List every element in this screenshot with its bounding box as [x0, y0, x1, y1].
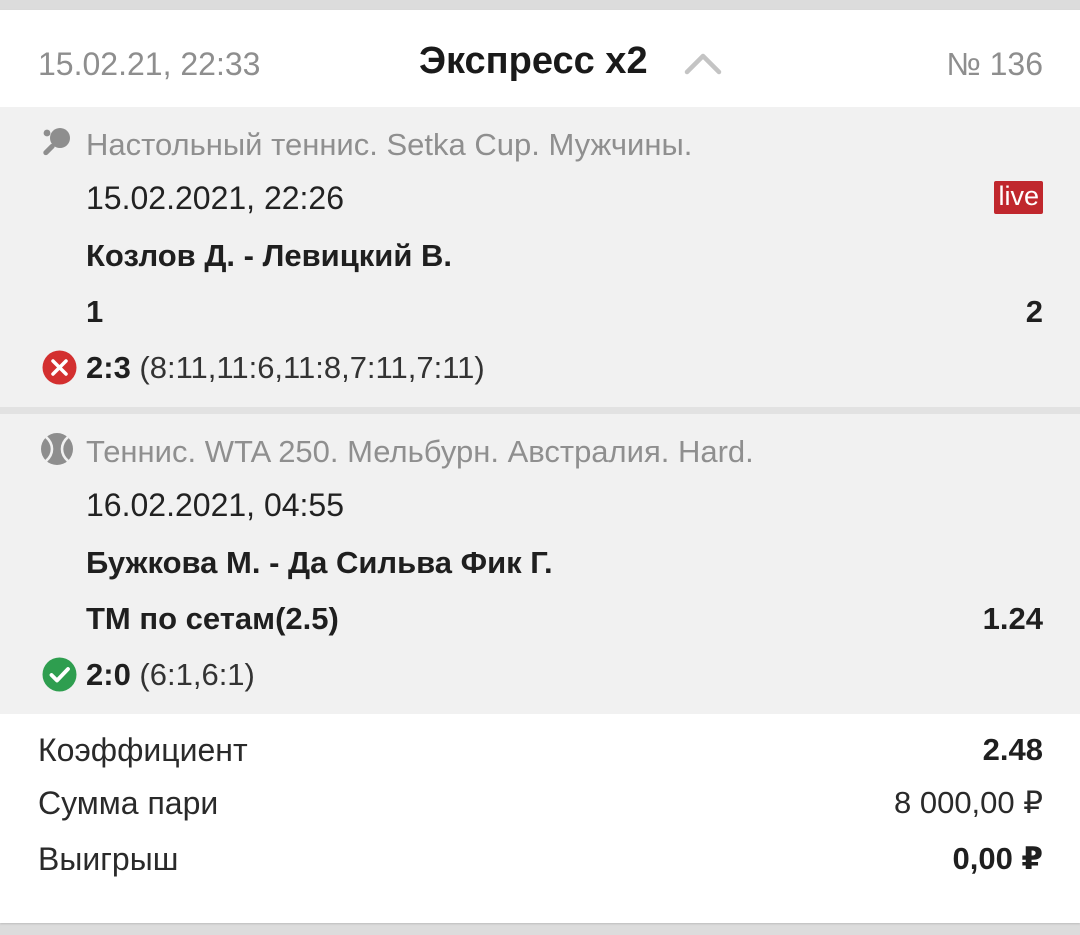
bet-type-title: Экспресс x2: [419, 40, 648, 82]
won-check-icon: [42, 657, 77, 692]
bet-summary: Коэффициент 2.48 Сумма пари 8 000,00 ₽ В…: [0, 714, 1080, 914]
bet-number: № 136: [946, 46, 1043, 82]
bet-outcome: 1: [86, 294, 104, 329]
set-scores: (6:1,6:1): [130, 657, 255, 692]
chevron-up-icon[interactable]: [684, 50, 722, 76]
stake-value: 8 000,00 ₽: [893, 785, 1043, 820]
final-score: 2:3: [86, 350, 131, 385]
live-badge: live: [994, 181, 1043, 214]
event-result: 2:3 (8:11,11:6,11:8,7:11,7:11): [86, 350, 485, 386]
coefficient-value: 2.48: [982, 732, 1043, 767]
bet-odds: 2: [1025, 294, 1043, 329]
set-scores: (8:11,11:6,11:8,7:11,7:11): [130, 350, 485, 385]
bet-odds: 1.24: [982, 601, 1043, 636]
event-datetime: 16.02.2021, 04:55: [86, 487, 345, 523]
event-league: Теннис. WTA 250. Мельбурн. Австралия. Ha…: [86, 434, 754, 469]
coefficient-row: Коэффициент 2.48: [38, 732, 1043, 772]
final-score: 2:0: [86, 657, 131, 692]
event-teams: Козлов Д. - Левицкий В.: [86, 238, 452, 273]
event-item: Настольный теннис. Setka Cup. Мужчины. 1…: [0, 107, 1080, 407]
lost-x-icon: [42, 350, 77, 385]
stake-label: Сумма пари: [38, 785, 219, 821]
event-teams: Бужкова М. - Да Сильва Фик Г.: [86, 545, 553, 580]
event-datetime: 15.02.2021, 22:26: [86, 180, 345, 216]
winnings-label: Выигрыш: [38, 841, 179, 877]
bet-outcome: ТМ по сетам(2.5): [86, 601, 339, 636]
bet-header[interactable]: 15.02.21, 22:33 Экспресс x2 № 136: [0, 10, 1080, 107]
table-tennis-icon: [43, 128, 70, 156]
event-result: 2:0 (6:1,6:1): [86, 657, 255, 693]
event-league: Настольный теннис. Setka Cup. Мужчины.: [86, 127, 693, 162]
winnings-row: Выигрыш 0,00 ₽: [38, 841, 1043, 881]
event-item: Теннис. WTA 250. Мельбурн. Австралия. Ha…: [0, 414, 1080, 714]
tennis-ball-icon: [41, 433, 73, 465]
stake-row: Сумма пари 8 000,00 ₽: [38, 785, 1043, 825]
bet-datetime: 15.02.21, 22:33: [38, 46, 261, 82]
bet-card: 15.02.21, 22:33 Экспресс x2 № 136 Настол…: [0, 10, 1080, 923]
coefficient-label: Коэффициент: [38, 732, 248, 768]
winnings-value: 0,00 ₽: [952, 841, 1043, 876]
divider: [0, 407, 1080, 414]
